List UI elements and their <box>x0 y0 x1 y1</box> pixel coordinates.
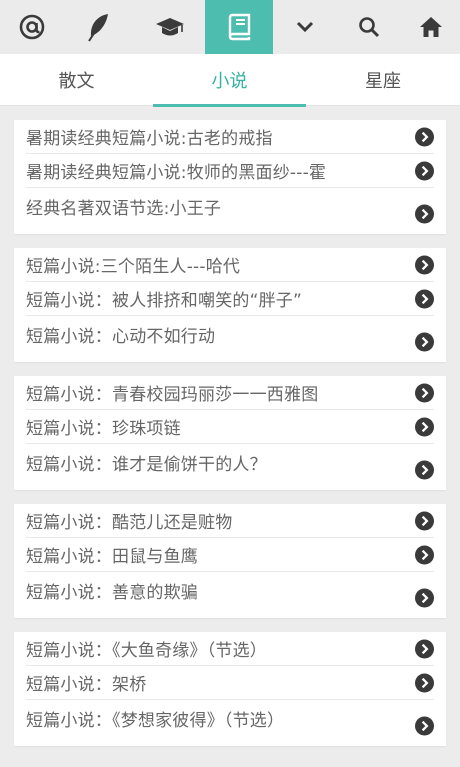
list-item[interactable]: 暑期读经典短篇小说:古老的戒指 <box>26 120 434 154</box>
list-item[interactable]: 短篇小说:三个陌生人---哈代 <box>26 248 434 282</box>
list-item[interactable]: 暑期读经典短篇小说:牧师的黑面纱---霍 <box>26 154 434 188</box>
chevron-right-icon <box>415 588 434 608</box>
list-item[interactable]: 经典名著双语节选:小王子 <box>26 188 434 234</box>
list-item-title: 短篇小说：谁才是偷饼干的人？ <box>26 455 267 475</box>
toolbar-at-button[interactable] <box>0 0 63 54</box>
chevron-right-icon <box>415 161 434 180</box>
chevron-right-icon <box>415 460 434 480</box>
list-item-title: 暑期读经典短篇小说:牧师的黑面纱---霍 <box>26 163 327 183</box>
book-icon <box>228 13 251 41</box>
list-item-title: 短篇小说：酷范儿还是赃物 <box>26 513 233 533</box>
list-item[interactable]: 短篇小说：《梦想家彼得》（节选） <box>26 700 434 746</box>
chevron-right-icon <box>415 417 434 436</box>
toolbar-search-button[interactable] <box>337 0 401 54</box>
list-item-title: 短篇小说：被人排挤和嘲笑的“胖子” <box>26 291 303 311</box>
chevron-right-icon <box>415 511 434 530</box>
list-item-title: 短篇小说：《大鱼奇缘》（节选） <box>26 641 267 661</box>
tab-fiction[interactable]: 小说 <box>153 54 306 107</box>
list-item-title: 短篇小说：田鼠与鱼鹰 <box>26 547 198 567</box>
tab-prose[interactable]: 散文 <box>0 54 153 106</box>
toolbar-home-button[interactable] <box>401 0 460 54</box>
list-item-title: 短篇小说：心动不如行动 <box>26 327 216 347</box>
list-item-title: 暑期读经典短篇小说:古老的戒指 <box>26 129 273 149</box>
toolbar-feather-button[interactable] <box>63 0 135 54</box>
chevron-right-icon <box>415 204 434 224</box>
list-item-title: 短篇小说：青春校园玛丽莎一一西雅图 <box>26 385 319 405</box>
list-item[interactable]: 短篇小说：谁才是偷饼干的人？ <box>26 444 434 490</box>
category-tabs: 散文 小说 星座 <box>0 54 460 107</box>
chevron-right-icon <box>415 639 434 658</box>
feather-icon <box>88 14 108 42</box>
list-item[interactable]: 短篇小说：架桥 <box>26 666 434 700</box>
article-group: 短篇小说：青春校园玛丽莎一一西雅图 短篇小说：珍珠项链 短篇小说：谁才是偷饼干的… <box>14 376 446 490</box>
list-item[interactable]: 短篇小说：心动不如行动 <box>26 316 434 362</box>
list-item-title: 短篇小说：善意的欺骗 <box>26 583 198 603</box>
chevron-right-icon <box>415 332 434 352</box>
list-item[interactable]: 短篇小说：田鼠与鱼鹰 <box>26 538 434 572</box>
chevron-right-icon <box>415 545 434 564</box>
article-group: 短篇小说：《大鱼奇缘》（节选） 短篇小说：架桥 短篇小说：《梦想家彼得》（节选） <box>14 632 446 746</box>
list-item-title: 经典名著双语节选:小王子 <box>26 199 222 219</box>
list-item[interactable]: 短篇小说：被人排挤和嘲笑的“胖子” <box>26 282 434 316</box>
search-icon <box>359 17 380 38</box>
tab-horoscope[interactable]: 星座 <box>306 54 460 106</box>
list-item-title: 短篇小说：珍珠项链 <box>26 419 181 439</box>
list-item[interactable]: 短篇小说：珍珠项链 <box>26 410 434 444</box>
chevron-right-icon <box>415 383 434 402</box>
list-item-title: 短篇小说:三个陌生人---哈代 <box>26 257 241 277</box>
at-icon <box>19 14 44 40</box>
chevron-right-icon <box>415 673 434 692</box>
chevron-right-icon <box>415 716 434 736</box>
home-icon <box>419 17 442 37</box>
list-item[interactable]: 短篇小说：酷范儿还是赃物 <box>26 504 434 538</box>
article-group: 暑期读经典短篇小说:古老的戒指 暑期读经典短篇小说:牧师的黑面纱---霍 经典名… <box>14 120 446 234</box>
list-item[interactable]: 短篇小说：善意的欺骗 <box>26 572 434 618</box>
graduation-cap-icon <box>156 18 184 36</box>
toolbar-more-button[interactable] <box>273 0 337 54</box>
toolbar-education-button[interactable] <box>135 0 205 54</box>
chevron-right-icon <box>415 255 434 274</box>
article-group: 短篇小说：酷范儿还是赃物 短篇小说：田鼠与鱼鹰 短篇小说：善意的欺骗 <box>14 504 446 618</box>
chevron-down-icon <box>296 21 314 33</box>
chevron-right-icon <box>415 127 434 146</box>
toolbar-book-button[interactable] <box>205 0 273 54</box>
chevron-right-icon <box>415 289 434 308</box>
article-group: 短篇小说:三个陌生人---哈代 短篇小说：被人排挤和嘲笑的“胖子” 短篇小说：心… <box>14 248 446 362</box>
list-item[interactable]: 短篇小说：青春校园玛丽莎一一西雅图 <box>26 376 434 410</box>
top-toolbar <box>0 0 460 54</box>
list-item-title: 短篇小说：《梦想家彼得》（节选） <box>26 711 285 731</box>
list-item-title: 短篇小说：架桥 <box>26 675 147 695</box>
list-item[interactable]: 短篇小说：《大鱼奇缘》（节选） <box>26 632 434 666</box>
